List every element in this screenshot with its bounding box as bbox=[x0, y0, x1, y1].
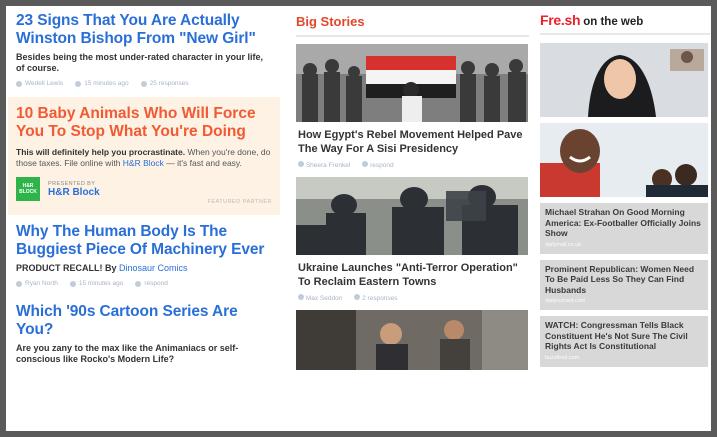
user-icon bbox=[16, 280, 22, 287]
story-meta: Max Seddon 2 responses bbox=[298, 294, 529, 302]
egypt-story-image[interactable] bbox=[296, 44, 528, 122]
user-icon bbox=[16, 80, 22, 87]
ukraine-story-title-link[interactable]: Ukraine Launches "Anti-Terror Operation"… bbox=[298, 261, 529, 289]
sponsored-description: This will definitely help you procrastin… bbox=[16, 147, 272, 169]
clock-icon bbox=[69, 280, 76, 287]
responses-label: respond bbox=[144, 280, 168, 287]
hr-block-logo[interactable]: H&R BLOCK bbox=[16, 177, 40, 201]
egypt-photo bbox=[296, 44, 528, 122]
sponsor-text: PRESENTED BY H&R Block bbox=[48, 181, 100, 198]
story-title-link[interactable]: Which '90s Cartoon Series Are You? bbox=[16, 303, 272, 339]
dinosaur-comics-link[interactable]: Dinosaur Comics bbox=[119, 263, 188, 273]
author-meta[interactable]: Ryan North bbox=[16, 280, 58, 287]
story-desc-text: PRODUCT RECALL! By bbox=[16, 263, 117, 273]
responses-label: 25 responses bbox=[149, 80, 189, 87]
story-card: 23 Signs That You Are Actually Winston B… bbox=[8, 8, 280, 95]
responses-meta[interactable]: respond bbox=[135, 280, 168, 287]
logo-text: H&R BLOCK bbox=[19, 183, 37, 195]
clock-icon bbox=[75, 80, 82, 87]
author-meta[interactable]: Max Seddon bbox=[298, 294, 342, 302]
fresh-card-source: dailymail.co.uk bbox=[545, 241, 582, 248]
sponsored-desc-text-end: — it's fast and easy. bbox=[166, 158, 242, 168]
author-name: Max Seddon bbox=[305, 295, 343, 302]
fresh-link-card[interactable]: WATCH: Congressman Tells Black Constitue… bbox=[540, 316, 708, 367]
story-description: Are you zany to the max like the Animani… bbox=[16, 343, 239, 364]
author-name: Sheera Frenkel bbox=[305, 162, 351, 169]
story-card: Which '90s Cartoon Series Are You? Are y… bbox=[8, 295, 280, 373]
big-stories-column: Big Stories How Egypt's Rebel Movement H… bbox=[296, 14, 529, 370]
fresh-link-card[interactable]: Michael Strahan On Good Morning America:… bbox=[540, 203, 708, 254]
user-icon bbox=[298, 161, 304, 167]
big-stories-heading: Big Stories bbox=[296, 14, 529, 37]
responses-meta[interactable]: 25 responses bbox=[140, 80, 189, 87]
responses-meta[interactable]: 2 responses bbox=[354, 294, 398, 302]
fresh-logo[interactable]: Fre.sh bbox=[540, 12, 581, 28]
time-meta: 15 minutes ago bbox=[75, 80, 129, 87]
featured-partner-label: FEATURED PARTNER bbox=[207, 199, 272, 205]
author-meta[interactable]: Sheera Frenkel bbox=[298, 161, 350, 169]
fresh-thumbnail-1[interactable] bbox=[540, 43, 708, 117]
ukraine-story-image[interactable] bbox=[296, 177, 528, 255]
comment-icon bbox=[354, 294, 361, 300]
responses-label: 2 responses bbox=[362, 295, 398, 302]
sponsored-story-card: 10 Baby Animals Who Will Force You To St… bbox=[8, 97, 280, 215]
third-story-image[interactable] bbox=[296, 310, 528, 370]
responses-meta[interactable]: respond bbox=[362, 161, 394, 169]
fresh-card-title: Prominent Republican: Women Need To Be P… bbox=[545, 263, 695, 295]
time-label: 15 minutes ago bbox=[78, 280, 124, 287]
left-feed-column: 23 Signs That You Are Actually Winston B… bbox=[8, 8, 280, 373]
author-name: Wedell Lewis bbox=[25, 80, 64, 87]
user-icon bbox=[298, 294, 304, 300]
author-meta[interactable]: Wedell Lewis bbox=[16, 80, 63, 87]
ukraine-photo bbox=[296, 177, 528, 255]
time-meta: 15 minutes ago bbox=[69, 280, 124, 287]
story-meta: Sheera Frenkel respond bbox=[298, 161, 529, 169]
egypt-story-title-link[interactable]: How Egypt's Rebel Movement Helped Pave T… bbox=[298, 128, 529, 156]
comment-icon bbox=[135, 280, 142, 287]
fresh-link-card[interactable]: Prominent Republican: Women Need To Be P… bbox=[540, 259, 708, 310]
presented-by-label: PRESENTED BY bbox=[48, 180, 96, 187]
sponsor-row: H&R BLOCK PRESENTED BY H&R Block bbox=[16, 177, 272, 201]
comment-icon bbox=[362, 161, 369, 167]
time-label: 15 minutes ago bbox=[84, 80, 129, 87]
fresh-heading-text: on the web bbox=[583, 16, 644, 28]
smiling-man-photo bbox=[540, 123, 708, 197]
story-meta: Ryan North 15 minutes ago respond bbox=[16, 280, 272, 287]
sponsored-title-link[interactable]: 10 Baby Animals Who Will Force You To St… bbox=[16, 105, 272, 141]
responses-label: respond bbox=[370, 162, 394, 169]
author-name: Ryan North bbox=[25, 280, 58, 287]
fresh-card-title: Michael Strahan On Good Morning America:… bbox=[545, 207, 701, 238]
fresh-card-source: buzzfeed.com bbox=[545, 354, 580, 361]
woman-photo bbox=[540, 43, 708, 117]
sponsored-desc-bold: This will definitely help you procrastin… bbox=[16, 147, 186, 157]
sponsor-name-link[interactable]: H&R Block bbox=[48, 187, 100, 198]
story-title-link[interactable]: Why The Human Body Is The Buggiest Piece… bbox=[16, 223, 272, 259]
fresh-card-title: WATCH: Congressman Tells Black Constitue… bbox=[545, 320, 688, 351]
story-description: PRODUCT RECALL! By Dinosaur Comics bbox=[16, 263, 272, 274]
fresh-on-the-web-column: Fre.sh on the web Michael Strahan On Goo… bbox=[540, 12, 710, 367]
story-title-link[interactable]: 23 Signs That You Are Actually Winston B… bbox=[16, 12, 272, 48]
fresh-heading: Fre.sh on the web bbox=[540, 12, 710, 35]
comment-icon bbox=[140, 80, 147, 87]
story-meta: Wedell Lewis 15 minutes ago 25 responses bbox=[16, 80, 272, 87]
fresh-thumbnail-2[interactable] bbox=[540, 123, 708, 197]
fresh-card-source: dailycurrant.com bbox=[545, 298, 586, 304]
third-story-photo bbox=[296, 310, 528, 370]
story-card: Why The Human Body Is The Buggiest Piece… bbox=[8, 215, 280, 295]
sponsor-inline-link[interactable]: H&R Block bbox=[123, 158, 164, 168]
story-description: Besides being the most under-rated chara… bbox=[16, 52, 264, 73]
